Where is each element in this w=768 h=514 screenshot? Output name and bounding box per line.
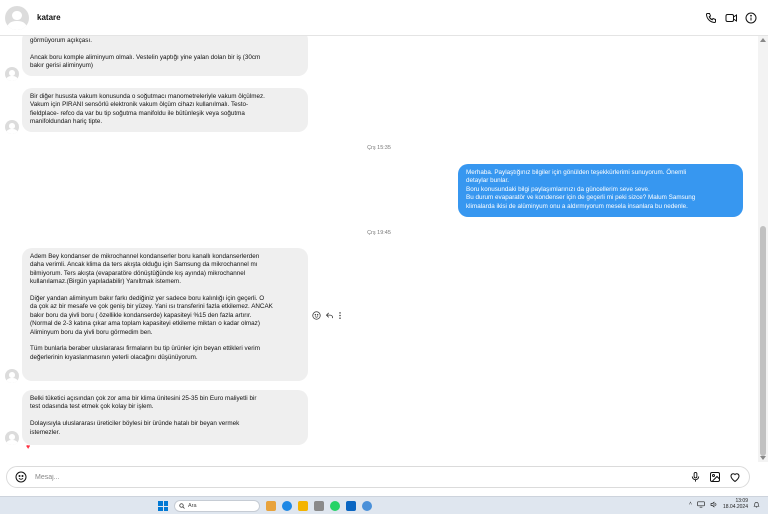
message-bubble-incoming[interactable]: görmüyorum açıkçası. Ancak boru komple a… (22, 36, 308, 76)
reply-icon[interactable] (325, 311, 334, 320)
volume-icon[interactable] (710, 500, 718, 508)
file-explorer-icon[interactable] (266, 501, 276, 511)
scroll-down-arrow-icon[interactable] (760, 456, 766, 460)
phone-icon[interactable] (704, 11, 718, 25)
app-icon[interactable] (346, 501, 356, 511)
message-input[interactable] (35, 473, 690, 481)
system-clock[interactable]: 13:09 18.04.2024 (723, 498, 748, 510)
network-icon[interactable] (697, 501, 705, 508)
sender-avatar[interactable] (5, 431, 19, 445)
message-bubble-incoming[interactable]: Belki tüketici açısından çok zor ama bir… (22, 390, 308, 445)
message-bubble-incoming[interactable]: Bir diğer husus​ta vakum konusunda o soğ… (22, 88, 308, 132)
image-attach-icon[interactable] (709, 471, 721, 483)
chat-header: katare (0, 0, 768, 36)
clock-date: 18.04.2024 (722, 504, 748, 510)
app-icon[interactable] (314, 501, 324, 511)
contact-avatar[interactable] (5, 5, 29, 30)
scroll-up-arrow-icon[interactable] (760, 38, 766, 42)
microphone-icon[interactable] (690, 471, 701, 483)
message-composer (6, 466, 750, 488)
tray-chevron-icon[interactable]: ˄ (689, 501, 692, 507)
composer-actions (690, 471, 741, 483)
folder-icon[interactable] (298, 501, 308, 511)
info-icon[interactable] (744, 11, 758, 25)
message-thread: görmüyorum açıkçası. Ancak boru komple a… (0, 36, 758, 462)
app-icon[interactable] (362, 501, 372, 511)
sender-avatar[interactable] (5, 369, 19, 383)
video-call-icon[interactable] (724, 11, 738, 25)
react-emoji-icon[interactable] (312, 311, 321, 320)
heart-like-icon[interactable] (729, 471, 741, 483)
taskbar-apps: Ara (158, 499, 372, 513)
chat-scrollbar[interactable] (758, 36, 768, 462)
taskbar-search[interactable]: Ara (174, 500, 260, 512)
os-taskbar: Ara ˄ 13:09 18.04.2024 (0, 496, 768, 514)
contact-name[interactable]: katare (37, 13, 61, 22)
system-tray: ˄ 13:09 18.04.2024 (689, 498, 760, 510)
notifications-icon[interactable] (753, 501, 760, 508)
emoji-picker-icon[interactable] (15, 471, 27, 483)
timestamp-divider: Çrş 19:45 (367, 230, 391, 236)
browser-icon[interactable] (282, 501, 292, 511)
message-bubble-outgoing[interactable]: Merhaba. Paylaştığınız bilgiler için gön… (458, 164, 743, 217)
whatsapp-icon[interactable] (330, 501, 340, 511)
taskbar-search-label: Ara (188, 503, 197, 509)
scroll-thumb[interactable] (760, 226, 766, 456)
message-actions (312, 311, 342, 320)
heart-reaction-icon[interactable]: ♥ (26, 444, 30, 451)
sender-avatar[interactable] (5, 67, 19, 81)
header-actions (704, 11, 758, 25)
more-options-icon[interactable] (338, 311, 342, 320)
windows-start-icon[interactable] (158, 501, 168, 511)
search-icon (179, 503, 185, 509)
message-bubble-incoming[interactable]: Adem Bey kondanser de mikrochannel konda… (22, 248, 308, 381)
sender-avatar[interactable] (5, 120, 19, 134)
timestamp-divider: Çrş 15:35 (367, 145, 391, 151)
